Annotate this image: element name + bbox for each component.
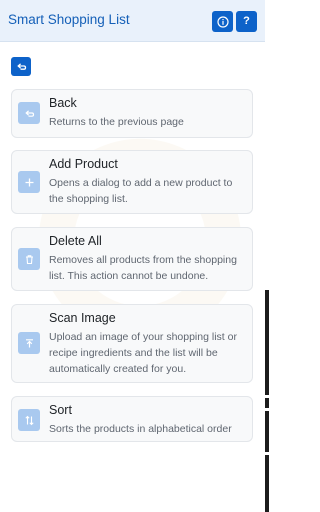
help-label: ? <box>243 15 250 27</box>
help-card-sort: Sort Sorts the products in alphabetical … <box>11 396 253 442</box>
sort-arrows-icon <box>24 415 34 425</box>
card-icon <box>18 171 40 193</box>
info-circle-icon <box>216 15 229 28</box>
background-window-strip <box>265 290 269 512</box>
card-title: Scan Image <box>49 311 116 325</box>
help-page: Smart Shopping List ? Back Returns to th… <box>0 0 265 512</box>
help-card-scan-image: Scan Image Upload an image of your shopp… <box>11 304 253 383</box>
card-description: Removes all products from the shopping l… <box>49 254 237 282</box>
app-title: Smart Shopping List <box>8 12 130 27</box>
card-icon <box>18 409 40 431</box>
help-button[interactable]: ? <box>236 11 257 32</box>
app-header: Smart Shopping List ? <box>0 0 265 42</box>
help-card-back: Back Returns to the previous page <box>11 89 253 138</box>
upload-icon <box>25 338 33 347</box>
card-description: Returns to the previous page <box>49 116 184 128</box>
card-title: Back <box>49 96 77 110</box>
card-title: Sort <box>49 403 72 417</box>
back-arrow-icon <box>24 109 34 117</box>
card-icon <box>18 248 40 270</box>
info-button[interactable] <box>212 11 233 32</box>
background-window-mark <box>265 408 269 411</box>
card-title: Add Product <box>49 157 118 171</box>
card-description: Sorts the products in alphabetical order <box>49 423 232 435</box>
trash-icon <box>25 254 33 264</box>
card-description: Opens a dialog to add a new product to t… <box>49 177 233 205</box>
back-arrow-icon <box>16 63 26 70</box>
card-icon <box>18 332 40 354</box>
background-window-mark <box>265 452 269 455</box>
plus-icon <box>25 178 33 186</box>
help-card-add-product: Add Product Opens a dialog to add a new … <box>11 150 253 214</box>
card-description: Upload an image of your shopping list or… <box>49 331 237 375</box>
background-window-mark <box>265 395 269 398</box>
card-title: Delete All <box>49 234 102 248</box>
back-button[interactable] <box>11 57 31 76</box>
help-card-delete-all: Delete All Removes all products from the… <box>11 227 253 291</box>
card-icon <box>18 102 40 124</box>
